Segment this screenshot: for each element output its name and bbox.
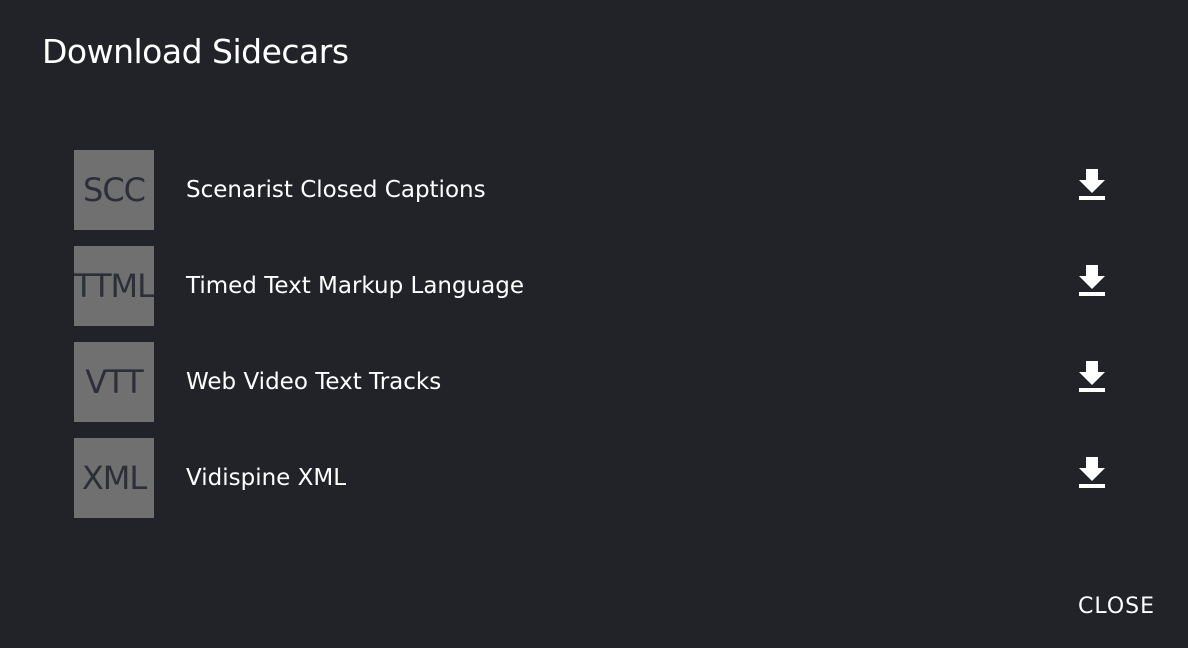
- download-button-xml[interactable]: [1076, 456, 1108, 492]
- download-button-vtt[interactable]: [1076, 360, 1108, 396]
- sidecar-item-scc: SCC Scenarist Closed Captions: [74, 150, 1114, 230]
- download-button-scc[interactable]: [1076, 168, 1108, 204]
- sidecar-label: Scenarist Closed Captions: [186, 177, 486, 203]
- format-thumbnail: XML: [74, 438, 154, 518]
- sidecar-item-ttml: TTML Timed Text Markup Language: [74, 246, 1114, 326]
- download-button-ttml[interactable]: [1076, 264, 1108, 300]
- sidecar-list: SCC Scenarist Closed Captions TTML Timed…: [74, 150, 1114, 534]
- sidecar-label: Web Video Text Tracks: [186, 369, 442, 395]
- format-abbreviation: VTT: [85, 363, 143, 401]
- format-abbreviation: XML: [81, 459, 147, 497]
- sidecar-label: Vidispine XML: [186, 465, 347, 491]
- format-thumbnail: VTT: [74, 342, 154, 422]
- download-icon: [1079, 169, 1105, 200]
- format-thumbnail: TTML: [74, 246, 154, 326]
- download-icon: [1079, 361, 1105, 392]
- sidecar-item-vtt: VTT Web Video Text Tracks: [74, 342, 1114, 422]
- download-icon: [1079, 457, 1105, 488]
- format-abbreviation: TTML: [74, 267, 154, 305]
- format-thumbnail: SCC: [74, 150, 154, 230]
- download-icon: [1079, 265, 1105, 296]
- close-button[interactable]: CLOSE: [1070, 590, 1163, 623]
- format-abbreviation: SCC: [83, 171, 146, 209]
- sidecar-label: Timed Text Markup Language: [186, 273, 525, 299]
- sidecar-item-xml: XML Vidispine XML: [74, 438, 1114, 518]
- dialog-title: Download Sidecars: [42, 32, 349, 71]
